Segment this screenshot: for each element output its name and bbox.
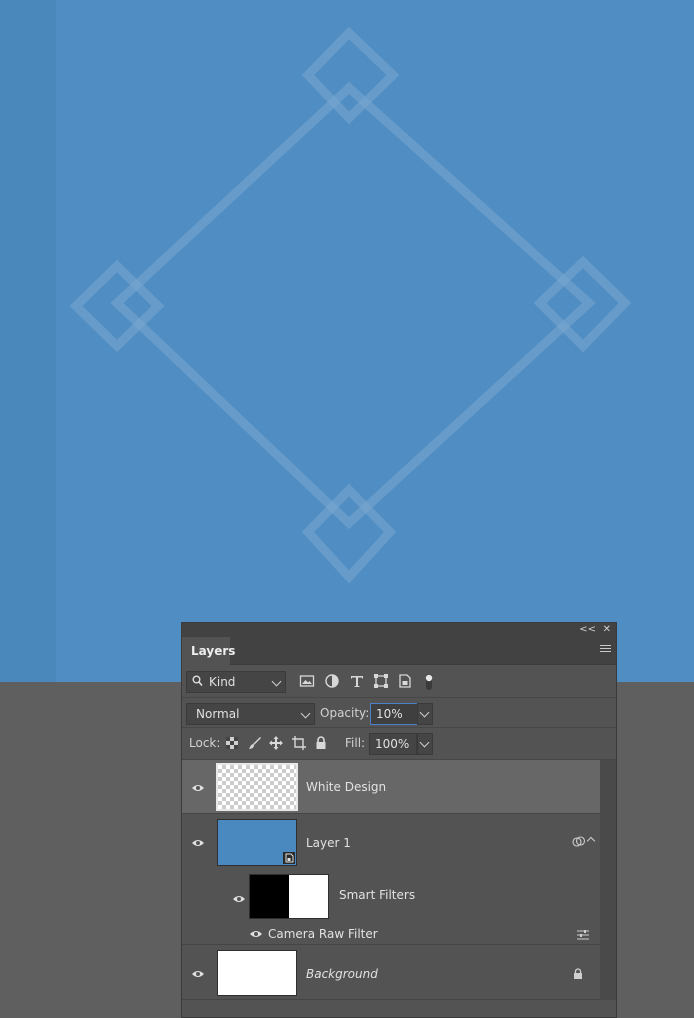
chevron-down-icon bbox=[300, 708, 311, 719]
kind-filter-select[interactable]: Kind bbox=[186, 671, 286, 693]
fill-input[interactable]: 100% bbox=[369, 733, 417, 755]
layer-name[interactable]: Background bbox=[306, 967, 378, 981]
panel-tab-row: Layers bbox=[182, 637, 616, 665]
layer-name[interactable]: Layer 1 bbox=[306, 836, 351, 850]
opacity-dropdown[interactable] bbox=[417, 703, 433, 725]
lock-transparent-icon[interactable] bbox=[225, 736, 239, 750]
layer-thumbnail[interactable] bbox=[216, 763, 298, 811]
blend-row: Normal Opacity: 10% bbox=[182, 698, 616, 728]
panel-menu-icon[interactable] bbox=[600, 645, 611, 655]
eye-icon[interactable] bbox=[191, 969, 205, 979]
eye-icon[interactable] bbox=[191, 783, 205, 793]
layers-list: White Design Layer 1 Smart Filters Camer… bbox=[182, 760, 600, 1000]
shape-filter-icon[interactable] bbox=[373, 673, 389, 689]
fill-label: Fill: bbox=[345, 736, 366, 750]
opacity-label: Opacity: bbox=[320, 706, 370, 720]
chevron-down-icon bbox=[419, 707, 430, 718]
layer-thumbnail[interactable] bbox=[217, 819, 297, 866]
lock-position-icon[interactable] bbox=[269, 736, 283, 750]
tab-layers[interactable]: Layers bbox=[182, 637, 235, 665]
kind-filter-label: Kind bbox=[209, 675, 236, 689]
layers-scrollbar[interactable] bbox=[600, 760, 616, 1000]
layer-name[interactable]: White Design bbox=[306, 780, 386, 794]
smart-object-filter-icon[interactable] bbox=[397, 673, 413, 689]
camera-raw-filter-row[interactable]: Camera Raw Filter bbox=[182, 925, 600, 945]
lock-all-icon[interactable] bbox=[314, 736, 328, 750]
opacity-input[interactable]: 10% bbox=[370, 703, 418, 725]
adjustment-filter-icon[interactable] bbox=[324, 673, 340, 689]
diamond-pattern bbox=[69, 26, 632, 584]
blend-mode-value: Normal bbox=[196, 707, 240, 721]
filter-options-icon[interactable] bbox=[577, 930, 589, 940]
layer-row-background[interactable]: Background bbox=[182, 946, 600, 1000]
document-canvas[interactable] bbox=[56, 0, 694, 682]
lock-label: Lock: bbox=[189, 736, 221, 750]
smart-object-badge-icon bbox=[283, 852, 295, 864]
panel-titlebar[interactable]: << ✕ bbox=[182, 623, 616, 637]
canvas-pasteboard bbox=[0, 0, 56, 682]
fill-dropdown[interactable] bbox=[417, 733, 433, 755]
lock-row: Lock: Fill: 100% bbox=[182, 728, 616, 760]
chevron-down-icon bbox=[271, 676, 282, 687]
filter-row: Kind bbox=[182, 665, 616, 698]
smart-filters-icon[interactable] bbox=[572, 836, 586, 848]
filter-mask-thumbnail[interactable] bbox=[249, 874, 329, 919]
smart-filters-row[interactable]: Smart Filters bbox=[182, 872, 600, 925]
layer-row-layer-1[interactable]: Layer 1 bbox=[182, 814, 600, 872]
smart-filters-label: Smart Filters bbox=[339, 888, 416, 902]
pixel-filter-icon[interactable] bbox=[299, 673, 315, 689]
chevron-up-icon[interactable] bbox=[586, 836, 596, 846]
lock-image-icon[interactable] bbox=[248, 736, 262, 750]
camera-raw-filter-label[interactable]: Camera Raw Filter bbox=[268, 927, 378, 941]
canvas-area[interactable] bbox=[0, 0, 694, 682]
filter-toggle-icon[interactable] bbox=[421, 673, 437, 690]
eye-icon[interactable] bbox=[249, 929, 263, 939]
search-icon bbox=[192, 675, 203, 687]
layer-row-white-design[interactable]: White Design bbox=[182, 760, 600, 814]
eye-icon[interactable] bbox=[191, 838, 205, 848]
blend-mode-select[interactable]: Normal bbox=[186, 703, 315, 725]
layers-panel: << ✕ Layers Kind Normal Opacity: 10% Loc… bbox=[181, 622, 617, 1018]
layer-thumbnail[interactable] bbox=[217, 950, 297, 996]
collapse-button[interactable]: << bbox=[579, 623, 596, 637]
lock-artboard-icon[interactable] bbox=[292, 736, 306, 750]
type-filter-icon[interactable] bbox=[349, 673, 365, 689]
eye-icon[interactable] bbox=[232, 894, 246, 904]
lock-icon bbox=[574, 968, 582, 979]
chevron-down-icon bbox=[419, 737, 430, 748]
close-button[interactable]: ✕ bbox=[603, 623, 611, 637]
